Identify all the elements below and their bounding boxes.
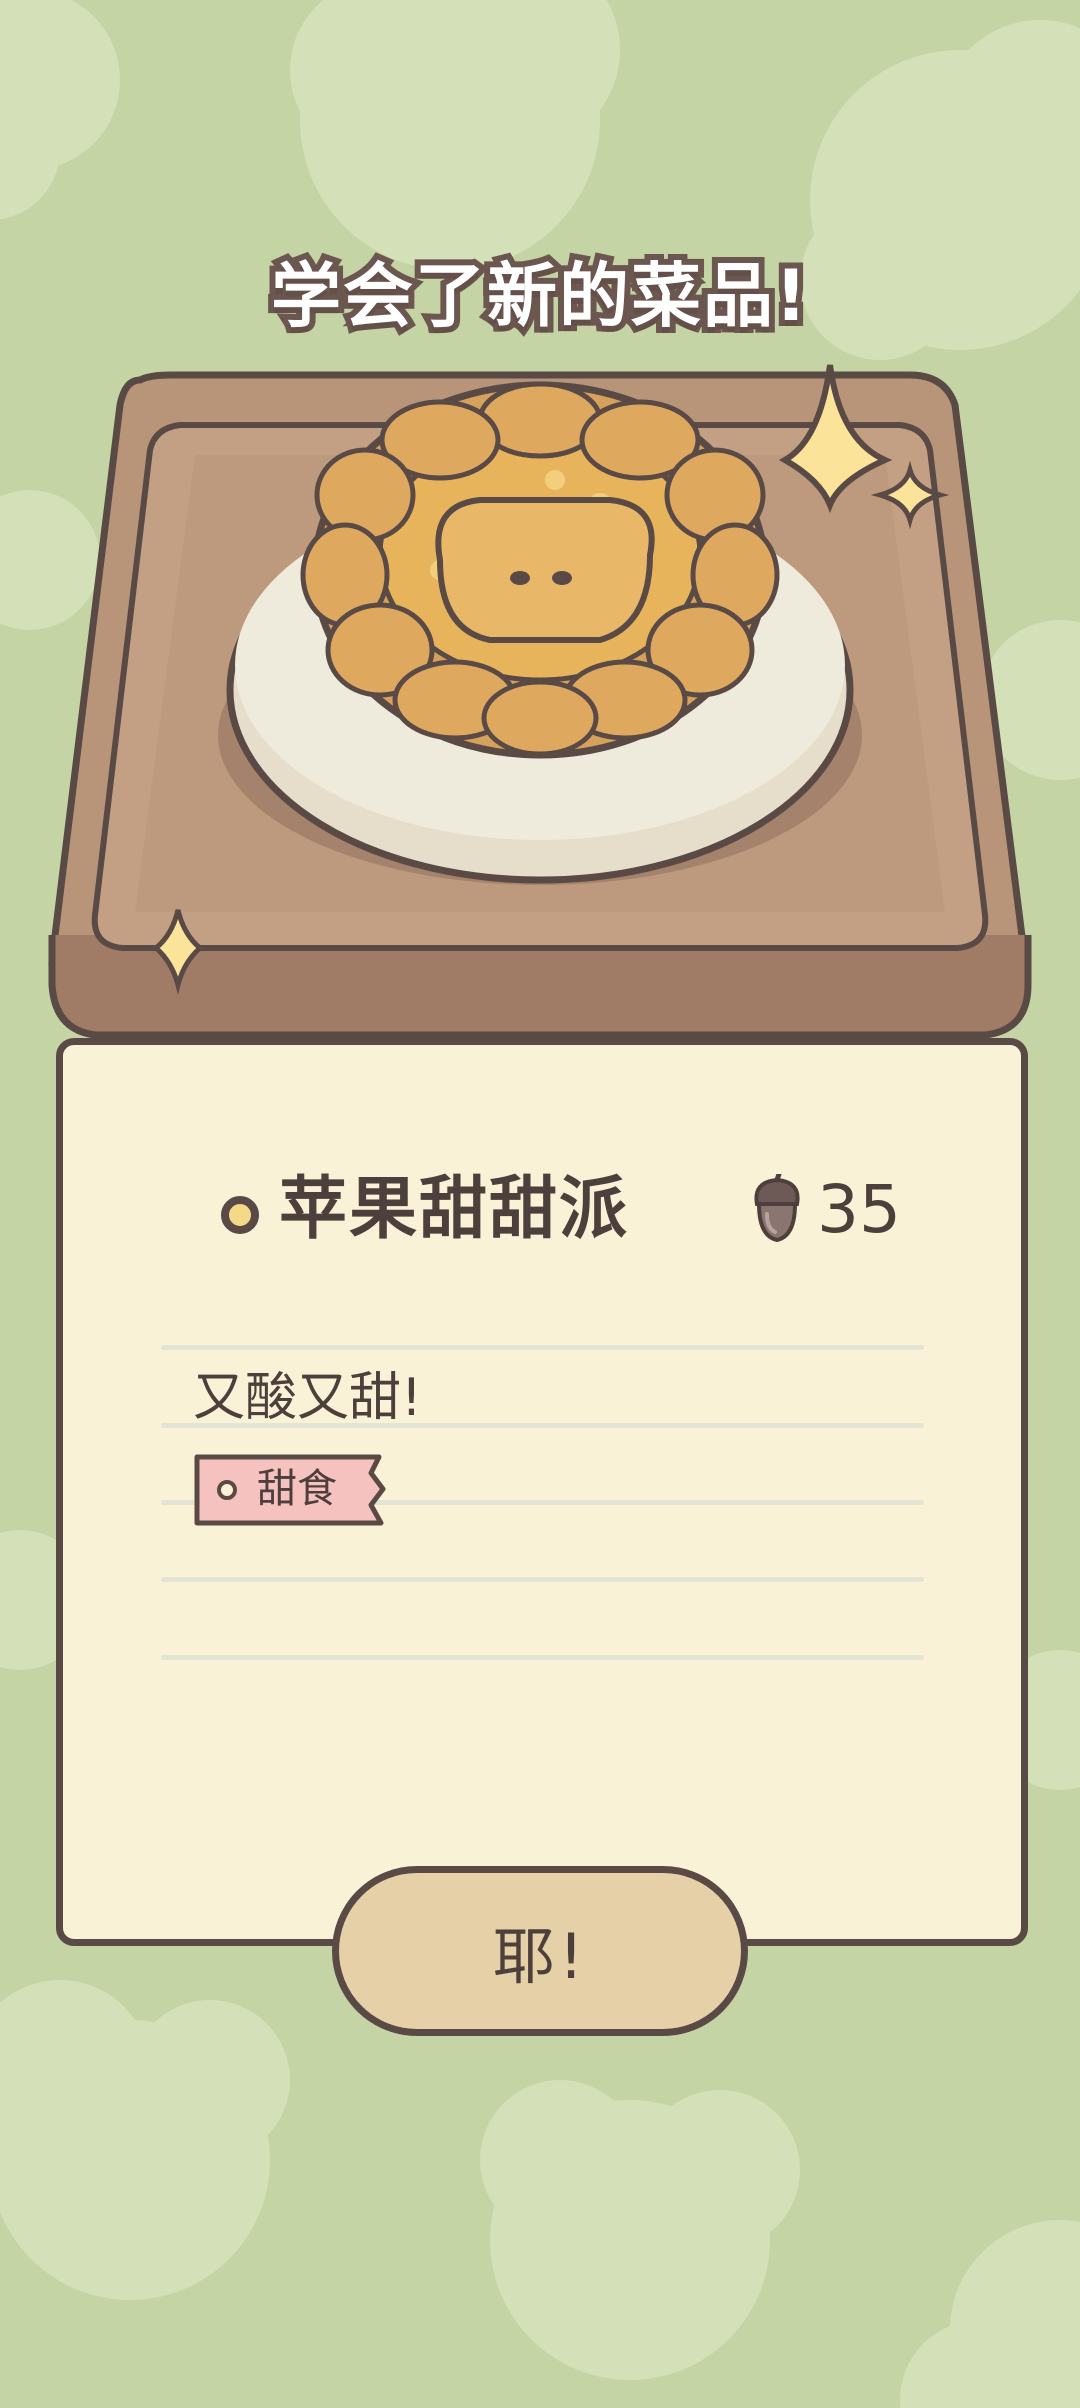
recipe-header: 苹果甜甜派 35 [161,1170,961,1250]
acorn-icon [754,1174,800,1243]
tag-label: 甜食 [257,1466,337,1512]
recipe-price: 35 [817,1171,901,1248]
confirm-button[interactable]: 耶! [332,1866,748,2036]
apple-pie-image [48,364,1032,1039]
recipe-description: 又酸又甜! [193,1368,422,1428]
ruled-line [161,1345,924,1350]
ruled-line [161,1577,924,1582]
recipe-tag: 甜食 [193,1451,389,1529]
ruled-line [161,1655,924,1660]
bullet-icon [221,1196,259,1234]
recipe-name: 苹果甜甜派 [279,1170,630,1249]
recipe-card: 苹果甜甜派 35 又酸又甜! 甜食 [56,1038,1028,1946]
